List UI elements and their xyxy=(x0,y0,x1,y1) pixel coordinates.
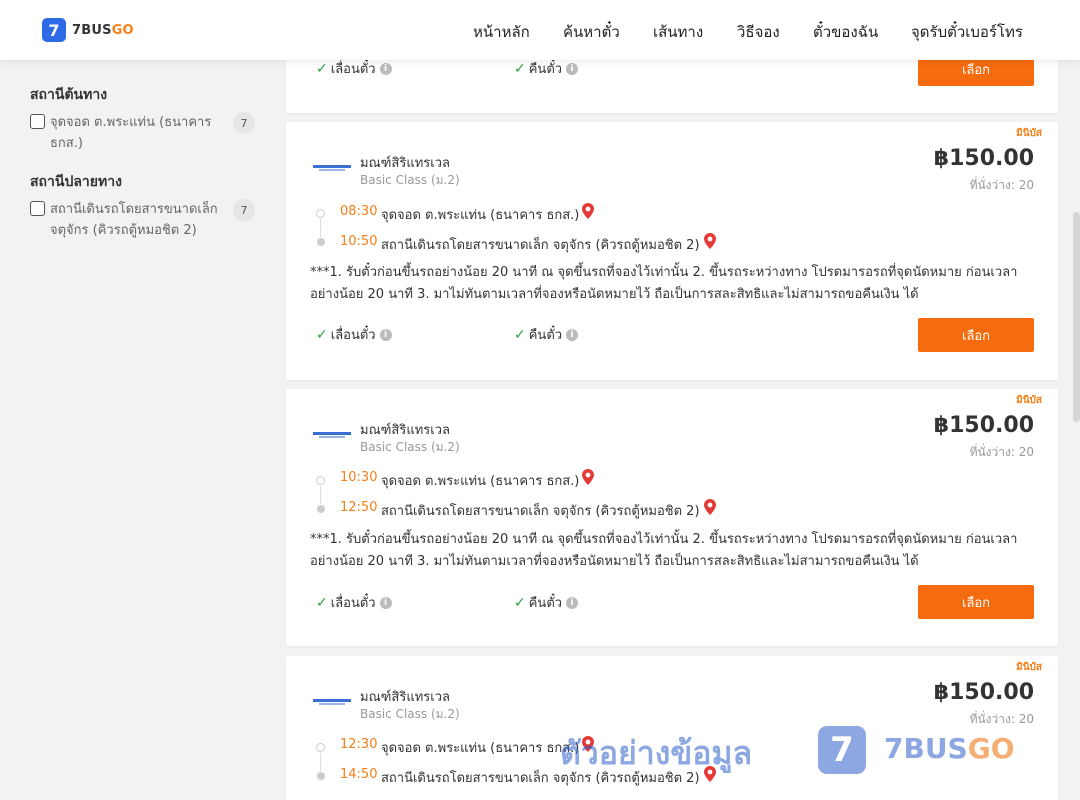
origin-checkbox[interactable] xyxy=(30,114,45,129)
reschedule-feature: ✓ เลื่อนตั๋ว i xyxy=(316,592,392,613)
nav-routes[interactable]: เส้นทาง xyxy=(653,20,703,44)
map-pin-icon[interactable] xyxy=(582,203,594,219)
select-button[interactable]: เลือก xyxy=(918,318,1034,352)
destination-dot xyxy=(317,505,325,513)
info-icon[interactable]: i xyxy=(566,596,579,609)
site-logo[interactable]: 7 7BUSGO xyxy=(42,18,134,42)
origin-count-badge: 7 xyxy=(233,112,255,134)
trip-card: มินิบัส มณฑ์สิริแทรเวล Basic Class (ม.2)… xyxy=(286,389,1058,646)
logo-mark: 7 xyxy=(42,18,66,42)
nav-my-tickets[interactable]: ตั๋วของฉัน xyxy=(813,20,878,44)
refund-feature: ✓ คืนตั๋ว i xyxy=(514,324,579,345)
depart-stop: จุดจอด ต.พระแท่น (ธนาคาร ธกส.) xyxy=(381,741,580,756)
dest-option-label: สถานีเดินรถโดยสารขนาดเล็ก จตุจักร (คิวรถ… xyxy=(50,202,218,238)
arrive-stop: สถานีเดินรถโดยสารขนาดเล็ก จตุจักร (คิวรถ… xyxy=(381,504,700,519)
info-icon[interactable]: i xyxy=(566,328,579,341)
info-icon[interactable]: i xyxy=(566,62,579,75)
page-scrollbar[interactable] xyxy=(1073,212,1080,422)
operator-logo xyxy=(313,429,353,441)
origin-dot xyxy=(316,209,325,218)
seats-available: ที่นั่งว่าง: 20 xyxy=(969,178,1034,192)
operator-name: มณฑ์สิริแทรเวล xyxy=(360,690,450,705)
arrive-time: 14:50 xyxy=(340,767,378,782)
origin-filter-title: สถานีต้นทาง xyxy=(30,87,108,103)
operator-logo xyxy=(313,162,353,174)
vehicle-type-badge: มินิบัส xyxy=(1016,662,1042,673)
destination-dot xyxy=(317,238,325,246)
trip-note: ***1. รับตั๋วก่อนขึ้นรถอย่างน้อย 20 นาที… xyxy=(310,532,1018,569)
dest-filter-title: สถานีปลายทาง xyxy=(30,174,122,190)
top-header: 7 7BUSGO หน้าหลัก ค้นหาตั๋ว เส้นทาง วิธี… xyxy=(0,0,1080,60)
nav-home[interactable]: หน้าหลัก xyxy=(473,20,530,44)
arrive-stop: สถานีเดินรถโดยสารขนาดเล็ก จตุจักร (คิวรถ… xyxy=(381,238,700,253)
watermark-logo-mark: 7 xyxy=(818,726,866,774)
origin-filter-option[interactable]: จุดจอด ต.พระแท่น (ธนาคาร ธกส.) 7 xyxy=(30,112,255,156)
info-icon[interactable]: i xyxy=(379,596,392,609)
vehicle-type-badge: มินิบัส xyxy=(1016,395,1042,406)
nav-how-to-book[interactable]: วิธีจอง xyxy=(737,20,780,44)
logo-text: 7BUSGO xyxy=(72,22,134,38)
nav-ticket-pickup-phone[interactable]: จุดรับตั๋วเบอร์โทร xyxy=(911,20,1023,44)
nav-search-ticket[interactable]: ค้นหาตั๋ว xyxy=(563,20,620,44)
bus-class: Basic Class (ม.2) xyxy=(360,707,460,721)
select-button[interactable]: เลือก xyxy=(918,585,1034,619)
check-icon: ✓ xyxy=(316,326,328,343)
operator-name: มณฑ์สิริแทรเวล xyxy=(360,156,450,171)
map-pin-icon[interactable] xyxy=(582,469,594,485)
watermark-sample-text: ตัวอย่างข้อมูล xyxy=(560,734,753,772)
dest-checkbox[interactable] xyxy=(30,201,45,216)
ticket-price: ฿150.00 xyxy=(933,413,1034,438)
ticket-price: ฿150.00 xyxy=(933,680,1034,705)
depart-time: 08:30 xyxy=(340,204,378,219)
check-icon: ✓ xyxy=(316,60,328,77)
depart-time: 12:30 xyxy=(340,737,378,752)
info-icon[interactable]: i xyxy=(379,328,392,341)
info-icon[interactable]: i xyxy=(379,62,392,75)
depart-stop: จุดจอด ต.พระแท่น (ธนาคาร ธกส.) xyxy=(381,474,580,489)
depart-time: 10:30 xyxy=(340,470,378,485)
trip-card: มินิบัส มณฑ์สิริแทรเวล Basic Class (ม.2)… xyxy=(286,122,1058,380)
reschedule-feature: ✓ เลื่อนตั๋ว i xyxy=(316,58,392,79)
check-icon: ✓ xyxy=(514,326,526,343)
map-pin-icon[interactable] xyxy=(704,499,716,515)
destination-dot xyxy=(317,772,325,780)
trip-note: ***1. รับตั๋วก่อนขึ้นรถอย่างน้อย 20 นาที… xyxy=(310,265,1018,302)
origin-option-label: จุดจอด ต.พระแท่น (ธนาคาร ธกส.) xyxy=(50,115,212,151)
reschedule-feature: ✓ เลื่อนตั๋ว i xyxy=(316,324,392,345)
route-line xyxy=(320,486,321,504)
arrive-time: 10:50 xyxy=(340,234,378,249)
check-icon: ✓ xyxy=(514,60,526,77)
ticket-price: ฿150.00 xyxy=(933,146,1034,171)
seats-available: ที่นั่งว่าง: 20 xyxy=(969,712,1034,726)
dest-filter-option[interactable]: สถานีเดินรถโดยสารขนาดเล็ก จตุจักร (คิวรถ… xyxy=(30,199,255,243)
dest-count-badge: 7 xyxy=(233,199,255,221)
check-icon: ✓ xyxy=(514,594,526,611)
vehicle-type-badge: มินิบัส xyxy=(1016,128,1042,139)
operator-logo xyxy=(313,696,353,708)
watermark-brand: 7BUSGO xyxy=(884,732,1015,765)
check-icon: ✓ xyxy=(316,594,328,611)
route-line xyxy=(320,219,321,237)
bus-class: Basic Class (ม.2) xyxy=(360,440,460,454)
refund-feature: ✓ คืนตั๋ว i xyxy=(514,58,579,79)
arrive-time: 12:50 xyxy=(340,500,378,515)
operator-name: มณฑ์สิริแทรเวล xyxy=(360,423,450,438)
origin-dot xyxy=(316,743,325,752)
map-pin-icon[interactable] xyxy=(704,233,716,249)
bus-class: Basic Class (ม.2) xyxy=(360,173,460,187)
seats-available: ที่นั่งว่าง: 20 xyxy=(969,445,1034,459)
origin-dot xyxy=(316,476,325,485)
refund-feature: ✓ คืนตั๋ว i xyxy=(514,592,579,613)
route-line xyxy=(320,753,321,771)
depart-stop: จุดจอด ต.พระแท่น (ธนาคาร ธกส.) xyxy=(381,208,580,223)
